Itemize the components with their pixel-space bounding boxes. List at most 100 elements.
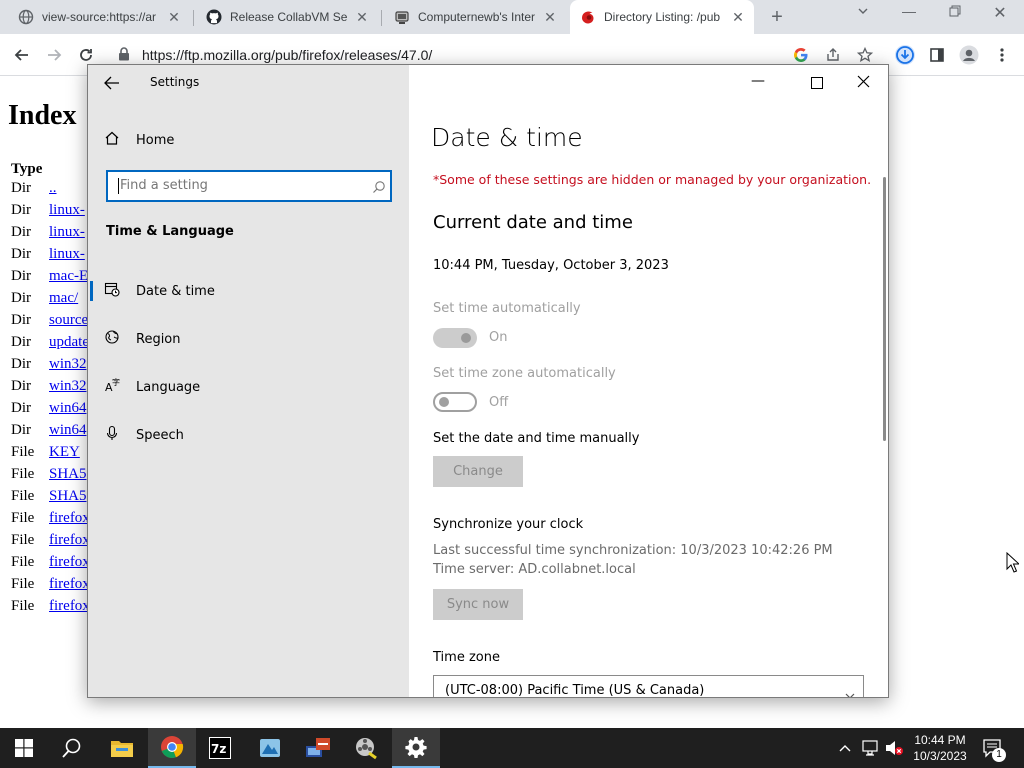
- row-name-link[interactable]: win64: [49, 400, 87, 416]
- minimize-icon[interactable]: —: [897, 3, 921, 19]
- row-name-link[interactable]: firefox: [49, 598, 90, 614]
- scrollbar-thumb[interactable]: [883, 177, 886, 441]
- table-row: File firefox: [11, 598, 90, 618]
- table-row: Dir linux-: [11, 224, 85, 244]
- side-panel-icon[interactable]: [925, 43, 949, 67]
- browser-tab-active[interactable]: Directory Listing: /pub ✕: [570, 0, 754, 34]
- network-tool-icon[interactable]: [294, 728, 342, 768]
- app-icon[interactable]: [246, 728, 294, 768]
- minimize-icon[interactable]: —: [746, 73, 770, 89]
- browser-tab[interactable]: view-source:https://ar ✕: [18, 0, 194, 34]
- clock-date[interactable]: 10/3/2023: [912, 749, 968, 763]
- current-date-time-heading: Current date and time: [433, 212, 633, 233]
- table-row: File firefox: [11, 510, 90, 530]
- tab-search-icon[interactable]: [851, 4, 875, 20]
- time-zone-select[interactable]: (UTC-08:00) Pacific Time (US & Canada): [433, 675, 864, 697]
- sync-now-button[interactable]: Sync now: [433, 589, 523, 620]
- row-type: File: [11, 488, 35, 504]
- row-type: File: [11, 466, 35, 482]
- row-name-link[interactable]: linux-: [49, 246, 85, 262]
- network-icon[interactable]: [862, 739, 880, 762]
- row-name-link[interactable]: ..: [49, 180, 57, 196]
- nav-region[interactable]: Region: [88, 319, 409, 359]
- search-placeholder: Find a setting: [120, 178, 208, 193]
- chrome-taskbar-icon[interactable]: [148, 728, 196, 768]
- github-icon: [206, 9, 222, 25]
- row-name-link[interactable]: KEY: [49, 444, 80, 460]
- download-icon[interactable]: [893, 43, 917, 67]
- profile-avatar-icon[interactable]: [957, 43, 981, 67]
- search-input[interactable]: Find a setting: [106, 170, 392, 202]
- close-tab-icon[interactable]: ✕: [166, 9, 182, 26]
- row-name-link[interactable]: firefox: [49, 510, 90, 526]
- row-type: File: [11, 510, 35, 526]
- search-icon: [372, 179, 386, 198]
- auto-time-toggle[interactable]: [433, 328, 477, 348]
- media-app-icon[interactable]: [342, 728, 390, 768]
- table-row: Dir win64: [11, 422, 87, 442]
- row-type: File: [11, 598, 35, 614]
- notification-count-badge: 1: [992, 748, 1006, 762]
- close-tab-icon[interactable]: ✕: [354, 9, 370, 26]
- nav-language[interactable]: A字 Language: [88, 367, 409, 407]
- new-tab-button[interactable]: +: [765, 5, 789, 29]
- row-name-link[interactable]: linux-: [49, 224, 85, 240]
- 7zip-icon[interactable]: 7z: [196, 728, 244, 768]
- row-name-link[interactable]: SHA5: [49, 488, 87, 504]
- table-row: Dir linux-: [11, 246, 85, 266]
- settings-taskbar-icon[interactable]: [392, 728, 440, 768]
- menu-icon[interactable]: [990, 43, 1014, 67]
- home-icon: [88, 130, 136, 150]
- tab-title: Directory Listing: /pub: [604, 10, 721, 24]
- row-name-link[interactable]: source: [49, 312, 88, 328]
- row-type: Dir: [11, 224, 31, 240]
- table-row: File firefox: [11, 576, 90, 596]
- row-name-link[interactable]: SHA5: [49, 466, 87, 482]
- table-row: File KEY: [11, 444, 80, 464]
- row-name-link[interactable]: firefox: [49, 554, 90, 570]
- row-name-link[interactable]: mac/: [49, 290, 78, 306]
- close-icon[interactable]: [857, 73, 870, 92]
- svg-text:7z: 7z: [211, 742, 226, 756]
- close-tab-icon[interactable]: ✕: [542, 9, 558, 26]
- back-arrow-icon[interactable]: [104, 75, 120, 94]
- address-bar[interactable]: https://ftp.mozilla.org/pub/firefox/rele…: [142, 47, 432, 63]
- auto-time-label: Set time automatically: [433, 301, 581, 316]
- row-name-link[interactable]: linux-: [49, 202, 85, 218]
- clock-time[interactable]: 10:44 PM: [912, 733, 968, 747]
- back-button[interactable]: [10, 43, 34, 67]
- firefox-icon: [580, 9, 596, 25]
- row-name-link[interactable]: update: [49, 334, 89, 350]
- browser-tab[interactable]: Computernewb's Inter ✕: [394, 0, 566, 34]
- row-name-link[interactable]: firefox: [49, 532, 90, 548]
- close-tab-icon[interactable]: ✕: [730, 9, 746, 26]
- row-type: Dir: [11, 334, 31, 350]
- nav-home[interactable]: Home: [88, 120, 409, 160]
- change-button[interactable]: Change: [433, 456, 523, 487]
- row-name-link[interactable]: win64: [49, 422, 87, 438]
- auto-timezone-toggle[interactable]: [433, 392, 477, 412]
- maximize-icon[interactable]: [811, 74, 823, 93]
- row-name-link[interactable]: mac-E: [49, 268, 88, 284]
- search-button[interactable]: [48, 728, 96, 768]
- forward-button[interactable]: [42, 43, 66, 67]
- text-caret: [118, 178, 119, 194]
- close-window-icon[interactable]: ✕: [988, 3, 1012, 23]
- row-name-link[interactable]: firefox: [49, 576, 90, 592]
- row-name-link[interactable]: win32: [49, 378, 87, 394]
- volume-muted-icon[interactable]: [884, 739, 904, 762]
- tray-chevron-up-icon[interactable]: [838, 740, 852, 758]
- row-type: Dir: [11, 312, 31, 328]
- browser-tab[interactable]: Release CollabVM Ser ✕: [206, 0, 382, 34]
- settings-sidebar: Settings Home Find a setting Time & Lang…: [88, 65, 409, 697]
- row-type: File: [11, 444, 35, 460]
- nav-speech[interactable]: Speech: [88, 415, 409, 455]
- row-type: File: [11, 554, 35, 570]
- restore-icon[interactable]: [943, 4, 967, 20]
- nav-home-label: Home: [136, 132, 175, 148]
- row-name-link[interactable]: win32: [49, 356, 87, 372]
- tab-title: Computernewb's Inter: [418, 10, 536, 24]
- nav-date-time[interactable]: Date & time: [88, 271, 409, 311]
- start-button[interactable]: [0, 728, 48, 768]
- file-explorer-icon[interactable]: [98, 728, 146, 768]
